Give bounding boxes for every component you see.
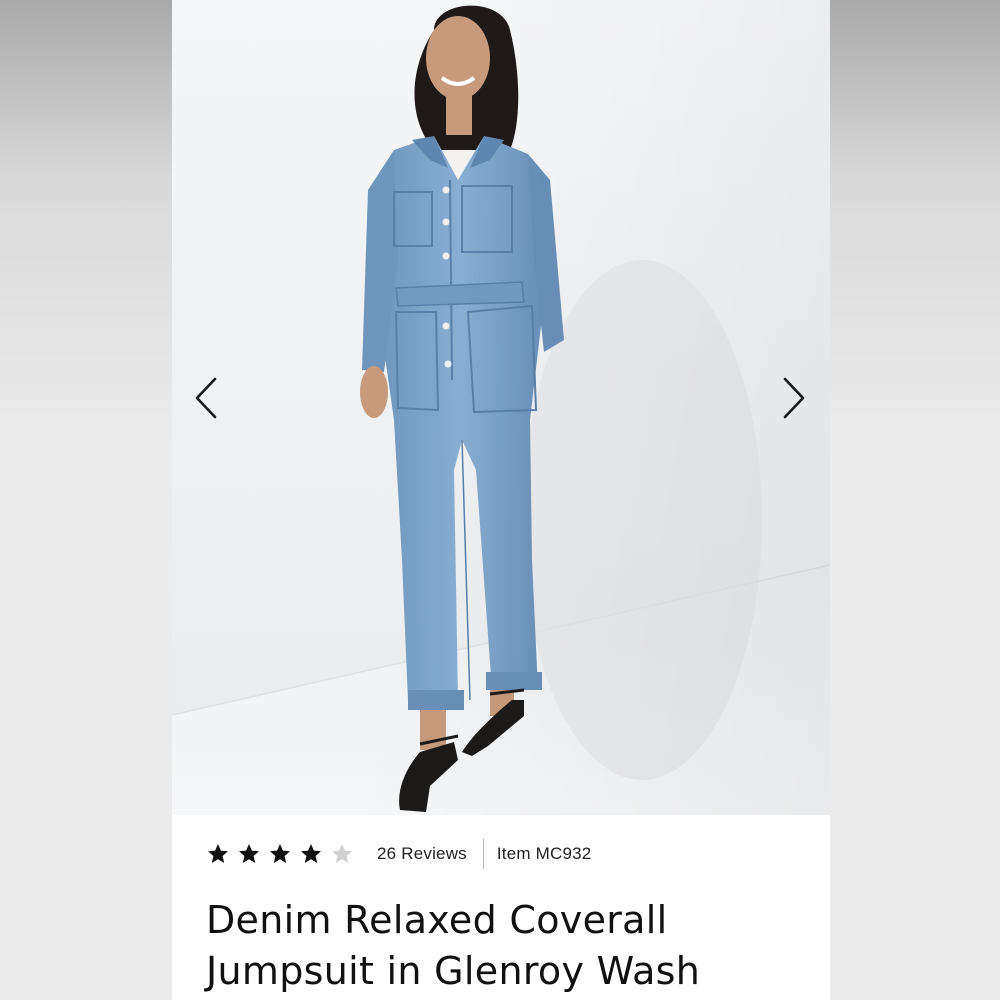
chevron-left-icon: [195, 377, 217, 419]
product-meta-row: 26 Reviews Item MC932: [206, 839, 591, 869]
photo-shading: [172, 0, 830, 815]
chevron-right-icon: [783, 377, 805, 419]
left-letterbox: [0, 0, 172, 1000]
product-info: 26 Reviews Item MC932 Denim Relaxed Cove…: [172, 815, 830, 1000]
product-title: Denim Relaxed Coverall Jumpsuit in Glenr…: [206, 898, 701, 993]
reviews-link[interactable]: 26 Reviews: [377, 844, 467, 864]
right-letterbox: [830, 0, 1000, 1000]
product-page: 26 Reviews Item MC932 Denim Relaxed Cove…: [172, 0, 830, 1000]
meta-divider: [482, 839, 484, 869]
star-filled-icon: [270, 844, 290, 863]
star-filled-icon: [301, 844, 321, 863]
next-image-button[interactable]: [774, 372, 814, 424]
previous-image-button[interactable]: [186, 372, 226, 424]
product-image-gallery[interactable]: [172, 0, 830, 815]
star-rating[interactable]: [206, 842, 354, 866]
item-number: Item MC932: [496, 844, 592, 863]
star-filled-icon: [239, 844, 259, 863]
star-filled-icon: [208, 844, 228, 863]
star-empty-icon: [332, 844, 352, 863]
